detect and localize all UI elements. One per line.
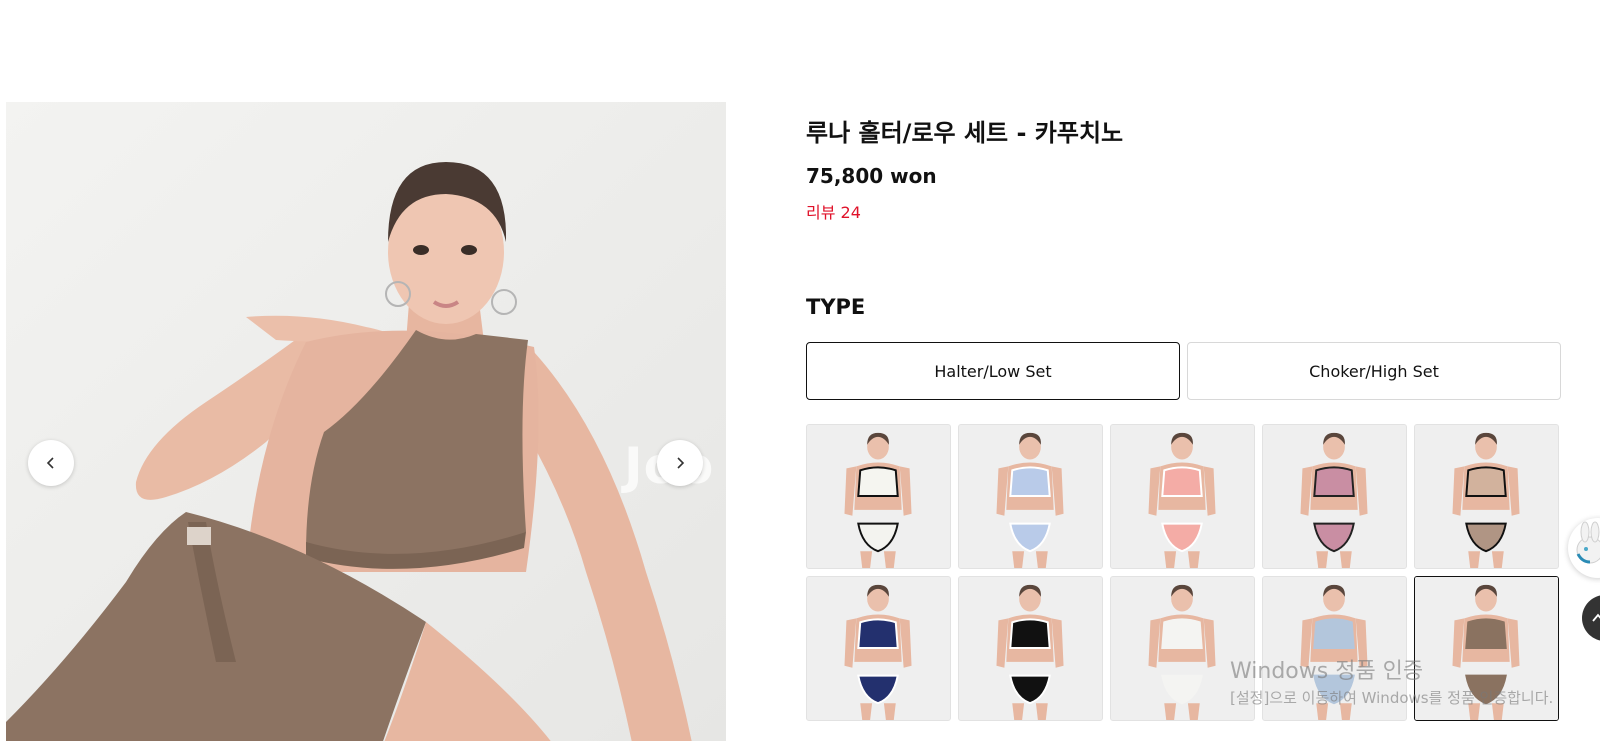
product-price: 75,800 won: [806, 164, 937, 188]
product-page: Joo 루나 홀터/로우 세트 - 카푸치노 75,800 won 리뷰 24 …: [0, 0, 1600, 741]
product-image-gallery[interactable]: Joo: [6, 102, 726, 741]
chevron-up-icon: [1592, 613, 1600, 622]
swatch-model-image: [1415, 577, 1558, 720]
scroll-top-button[interactable]: [1582, 595, 1600, 641]
color-swatch[interactable]: [958, 576, 1103, 721]
color-swatch[interactable]: [806, 424, 951, 569]
color-swatch[interactable]: [958, 424, 1103, 569]
swatch-model-image: [1263, 577, 1406, 720]
swatch-model-image: [1263, 425, 1406, 568]
type-heading: TYPE: [806, 295, 866, 319]
color-swatch[interactable]: [1414, 424, 1559, 569]
product-main-image: [6, 102, 726, 741]
chevron-left-icon: [46, 457, 54, 469]
bunny-chat-icon: [1576, 521, 1600, 564]
color-swatch[interactable]: [1262, 424, 1407, 569]
gallery-prev-button[interactable]: [28, 440, 74, 486]
color-swatch-grid: [806, 424, 1568, 721]
swatch-model-image: [959, 425, 1102, 568]
type-option-choker-high[interactable]: Choker/High Set: [1187, 342, 1561, 400]
gallery-next-button[interactable]: [657, 440, 703, 486]
swatch-model-image: [807, 577, 950, 720]
color-swatch[interactable]: [1110, 576, 1255, 721]
chat-bot-button[interactable]: [1568, 518, 1600, 578]
color-swatch[interactable]: [806, 576, 951, 721]
product-info: 루나 홀터/로우 세트 - 카푸치노 75,800 won 리뷰 24: [806, 116, 1566, 224]
swatch-model-image: [1111, 577, 1254, 720]
swatch-model-image: [1415, 425, 1558, 568]
color-swatch[interactable]: [1414, 576, 1559, 721]
swatch-model-image: [959, 577, 1102, 720]
color-swatch[interactable]: [1262, 576, 1407, 721]
type-option-halter-low[interactable]: Halter/Low Set: [806, 342, 1180, 400]
review-count-link[interactable]: 리뷰 24: [806, 202, 861, 224]
swatch-model-image: [1111, 425, 1254, 568]
chevron-right-icon: [677, 457, 685, 469]
swatch-model-image: [807, 425, 950, 568]
color-swatch[interactable]: [1110, 424, 1255, 569]
product-title: 루나 홀터/로우 세트 - 카푸치노: [806, 119, 1124, 147]
